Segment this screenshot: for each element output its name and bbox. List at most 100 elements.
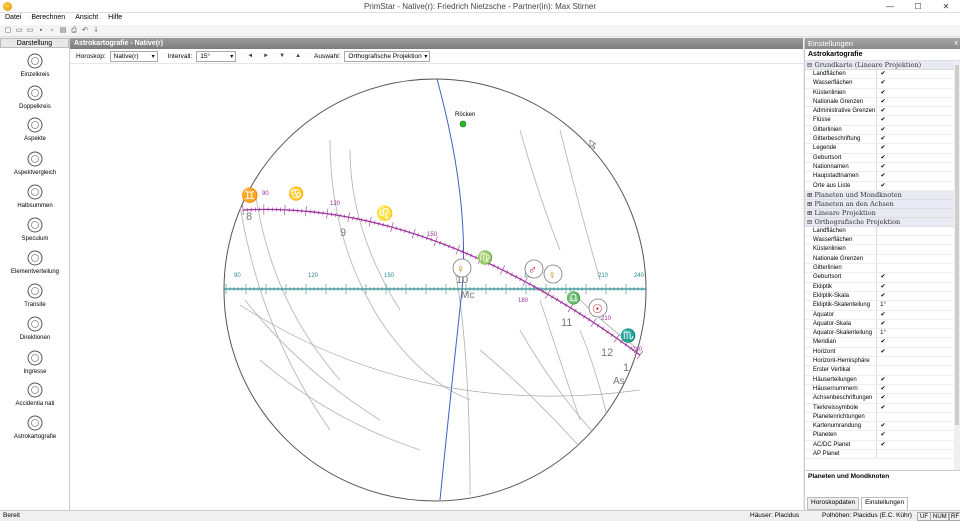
menu-hilfe[interactable]: Hilfe [103, 13, 127, 25]
settings-section[interactable]: ⊞ Lineare Projektion [805, 208, 954, 218]
settings-section[interactable]: ⊞ Planeten an den Achsen [805, 199, 954, 209]
sidebar-item-ingresse[interactable]: Ingresse [0, 349, 70, 375]
sidebar-item-doppelkreis[interactable]: Doppelkreis [0, 84, 70, 110]
open-folder-icon[interactable]: ▭ [15, 27, 23, 35]
sidebar-item-halbsummen[interactable]: Halbsummen [0, 183, 70, 209]
new-file-icon[interactable]: ▢ [4, 27, 12, 35]
nav-right-button[interactable]: ► [260, 53, 272, 59]
settings-row[interactable]: Äquator-Skala ✔ [805, 319, 954, 330]
settings-row[interactable]: Kartenumrandung ✔ [805, 422, 954, 432]
settings-row[interactable]: Nationale Grenzen ✔ [805, 97, 954, 108]
settings-row[interactable]: Geburtsort ✔ [805, 153, 954, 163]
nav-left-button[interactable]: ◄ [244, 53, 256, 59]
pointer-icon[interactable]: ⸸ [92, 27, 100, 35]
menu-berechnen[interactable]: Berechnen [26, 13, 70, 25]
settings-section[interactable]: ⊟ Grundkarte (Lineare Projektion) [805, 61, 954, 70]
settings-scrollbar[interactable] [954, 61, 960, 471]
settings-row-value[interactable]: ✔ [877, 311, 889, 319]
settings-row[interactable]: Legende ✔ [805, 144, 954, 154]
minimize-button[interactable]: — [876, 0, 904, 13]
nav-up-button[interactable]: ▲ [292, 53, 304, 59]
settings-row-value[interactable]: ✔ [877, 422, 889, 430]
sidebar-item-transite[interactable]: Transite [0, 282, 70, 308]
settings-row-value[interactable] [877, 236, 889, 244]
settings-row-value[interactable]: ✔ [877, 89, 889, 97]
settings-row-value[interactable]: ✔ [877, 431, 889, 439]
mercury-marker[interactable]: ☿ [543, 264, 563, 284]
settings-row-value[interactable]: ✔ [877, 135, 889, 143]
settings-row-value[interactable]: ✔ [877, 107, 889, 115]
sidebar-item-elementverteilung[interactable]: Elementverteilung [0, 249, 70, 275]
settings-row[interactable]: Nationnamen ✔ [805, 162, 954, 173]
settings-row-value[interactable] [877, 264, 889, 272]
settings-row[interactable]: AP Planet [805, 449, 954, 460]
settings-row[interactable]: Äquator-Skalenteilung 1° [805, 329, 954, 339]
settings-row[interactable]: Äquator ✔ [805, 310, 954, 320]
settings-row-value[interactable]: ✔ [877, 98, 889, 106]
export-icon[interactable]: ⎙ [70, 27, 78, 35]
save-icon[interactable]: ▪ [37, 27, 45, 35]
settings-row-value[interactable]: ✔ [877, 441, 889, 449]
settings-row[interactable]: Gitterlinien [805, 264, 954, 274]
tab-einstellungen[interactable]: Einstellungen [861, 497, 909, 510]
settings-close-button[interactable]: x [955, 38, 959, 49]
settings-section[interactable]: ⊟ Orthografische Projektion [805, 217, 954, 227]
settings-row-value[interactable]: ✔ [877, 154, 889, 162]
settings-row-value[interactable] [877, 413, 889, 421]
scrollbar-thumb[interactable] [955, 65, 959, 425]
settings-row[interactable]: Ekliptik ✔ [805, 282, 954, 292]
tab-horoskopdaten[interactable]: Horoskopdaten [807, 497, 860, 510]
settings-row-value[interactable]: ✔ [877, 404, 889, 412]
orthographic-globe[interactable]: 90 120 150 180 210 240 90 120 150 180 21… [70, 64, 803, 510]
settings-row-value[interactable]: ✔ [877, 70, 889, 78]
settings-row-value[interactable] [877, 357, 889, 365]
nav-down-button[interactable]: ▼ [276, 53, 288, 59]
settings-row[interactable]: Küstenlinien [805, 245, 954, 255]
sidebar-item-aspektvergleich[interactable]: Aspektvergleich [0, 150, 70, 176]
intervall-select[interactable]: 15° ▾ [196, 50, 237, 62]
horoskop-select[interactable]: Native(r) ▾ [109, 50, 158, 62]
settings-row-value[interactable] [877, 227, 889, 235]
settings-row-value[interactable] [877, 255, 889, 263]
copy-icon[interactable]: ▫ [48, 27, 56, 35]
settings-row-value[interactable]: ✔ [877, 116, 889, 124]
settings-row-value[interactable]: ✔ [877, 79, 889, 87]
settings-row[interactable]: Nationale Grenzen [805, 254, 954, 265]
settings-row[interactable]: Ekliptik-Skala ✔ [805, 291, 954, 302]
settings-row[interactable]: Küstenlinien ✔ [805, 88, 954, 98]
venus-marker[interactable]: ♀ [452, 258, 472, 278]
settings-row[interactable]: Wasserflächen [805, 236, 954, 246]
settings-row[interactable]: Tierkreissymbole ✔ [805, 403, 954, 413]
settings-row-value[interactable]: ✔ [877, 292, 889, 300]
print-icon[interactable]: ▤ [59, 27, 67, 35]
sidebar-item-einzelkreis[interactable]: Einzelkreis [0, 52, 70, 78]
maximize-button[interactable]: ☐ [904, 0, 932, 13]
settings-row[interactable]: AC/DC Planet ✔ [805, 440, 954, 450]
settings-row[interactable]: Landflächen [805, 226, 954, 237]
sidebar-item-speculum[interactable]: Speculum [0, 216, 70, 242]
settings-row[interactable]: Ekliptik-Skalenteilung 1° [805, 301, 954, 311]
settings-row-value[interactable] [877, 450, 889, 458]
settings-row[interactable]: Planetenrichtungen [805, 412, 954, 423]
settings-row[interactable]: Horizont ✔ [805, 347, 954, 358]
undo-icon[interactable]: ↶ [81, 27, 89, 35]
sidebar-item-astrokartografie[interactable]: Astrokartografie [0, 414, 70, 440]
settings-row[interactable]: Orte aus Liste ✔ [805, 181, 954, 191]
settings-row-value[interactable]: ✔ [877, 172, 889, 180]
menu-ansicht[interactable]: Ansicht [70, 13, 103, 25]
settings-row-value[interactable] [877, 366, 889, 374]
settings-row[interactable]: Häusernummern ✔ [805, 384, 954, 395]
open-file-icon[interactable]: ▭ [26, 27, 34, 35]
settings-row[interactable]: Gitterbeschriftung ✔ [805, 135, 954, 145]
settings-row[interactable]: Wasserflächen ✔ [805, 79, 954, 89]
settings-row-value[interactable]: ✔ [877, 283, 889, 291]
settings-section[interactable]: ⊞ Planeten und Mondknoten [805, 190, 954, 200]
sidebar-item-direktionen[interactable]: Direktionen [0, 315, 70, 341]
settings-row[interactable]: Geburtsort ✔ [805, 273, 954, 283]
settings-row[interactable]: Haupstadtnamen ✔ [805, 172, 954, 182]
settings-row-value[interactable]: ✔ [877, 126, 889, 134]
settings-row-value[interactable]: ✔ [877, 163, 889, 171]
settings-row-value[interactable]: 1° [877, 329, 889, 337]
settings-row[interactable]: Horizont-Hemisphäre [805, 357, 954, 367]
settings-row[interactable]: Planeten ✔ [805, 431, 954, 441]
